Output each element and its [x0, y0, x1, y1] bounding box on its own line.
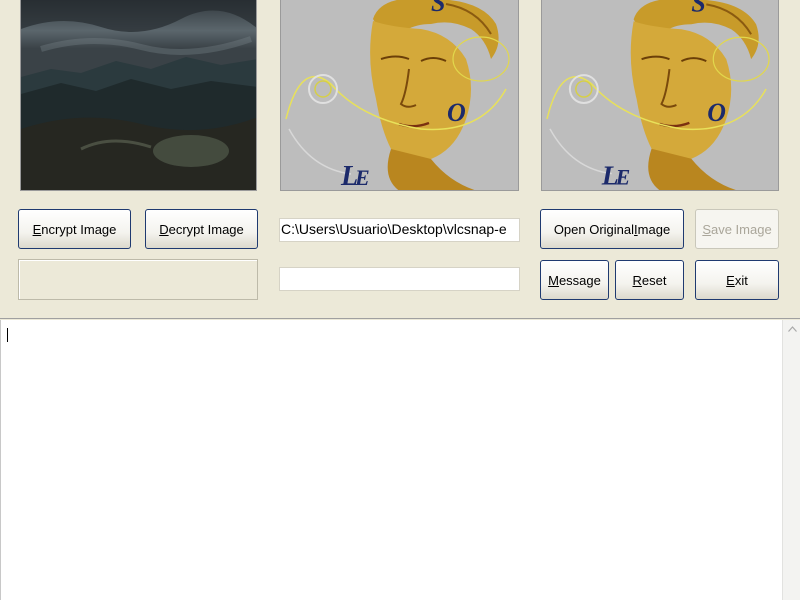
- letter-s: S: [691, 0, 705, 17]
- letter-s: S: [431, 0, 445, 17]
- encrypt-label-post: ncrypt Image: [41, 221, 117, 237]
- reset-label-key: R: [632, 272, 642, 288]
- decrypt-image-button[interactable]: Decrypt Image: [145, 209, 258, 249]
- message-textarea[interactable]: [0, 320, 782, 600]
- letter-o: O: [447, 98, 466, 127]
- status-field-center: [279, 267, 520, 291]
- encrypt-image-button[interactable]: Encrypt Image: [18, 209, 131, 249]
- secret-image: S O L E: [280, 0, 519, 191]
- decrypt-label-key: D: [159, 221, 169, 237]
- carrier-image: [20, 0, 257, 191]
- letter-e: E: [354, 165, 370, 190]
- output-image: S O L E: [541, 0, 779, 191]
- exit-button[interactable]: Exit: [695, 260, 779, 300]
- open-original-image-button[interactable]: Open Original Image: [540, 209, 684, 249]
- save-label-post: ave Image: [710, 221, 772, 237]
- decrypt-label-post: ecrypt Image: [168, 221, 244, 237]
- encrypt-label-key: E: [32, 221, 42, 237]
- save-image-button[interactable]: Save Image: [695, 209, 779, 249]
- sculpture-head-image: S O L E: [542, 0, 778, 190]
- save-label-key: S: [702, 221, 711, 237]
- open-label-pre: Open Original: [553, 221, 635, 237]
- reset-label-post: eset: [641, 272, 667, 288]
- letter-e: E: [615, 165, 631, 190]
- exit-label-post: xit: [734, 272, 748, 288]
- text-caret: [7, 328, 8, 342]
- message-button[interactable]: Message: [540, 260, 609, 300]
- status-field-left: [18, 259, 258, 300]
- mountain-landscape-image: [21, 0, 256, 190]
- message-label-key: M: [548, 272, 559, 288]
- reset-button[interactable]: Reset: [615, 260, 684, 300]
- control-panel: S O L E S O L E E ncrypt Image D ecrypt …: [0, 0, 800, 319]
- letter-o: O: [707, 98, 726, 127]
- steganography-window: S O L E S O L E E ncrypt Image D ecrypt …: [0, 0, 800, 600]
- chevron-up-icon: [787, 326, 797, 332]
- sculpture-head-image: S O L E: [281, 0, 518, 190]
- vertical-scrollbar[interactable]: [782, 320, 800, 600]
- message-label-post: essage: [558, 272, 601, 288]
- open-label-post: mage: [637, 221, 671, 237]
- file-path-field[interactable]: C:\Users\Usuario\Desktop\vlcsnap-e: [279, 218, 520, 242]
- exit-label-key: E: [726, 272, 735, 288]
- scroll-up-button[interactable]: [783, 320, 800, 338]
